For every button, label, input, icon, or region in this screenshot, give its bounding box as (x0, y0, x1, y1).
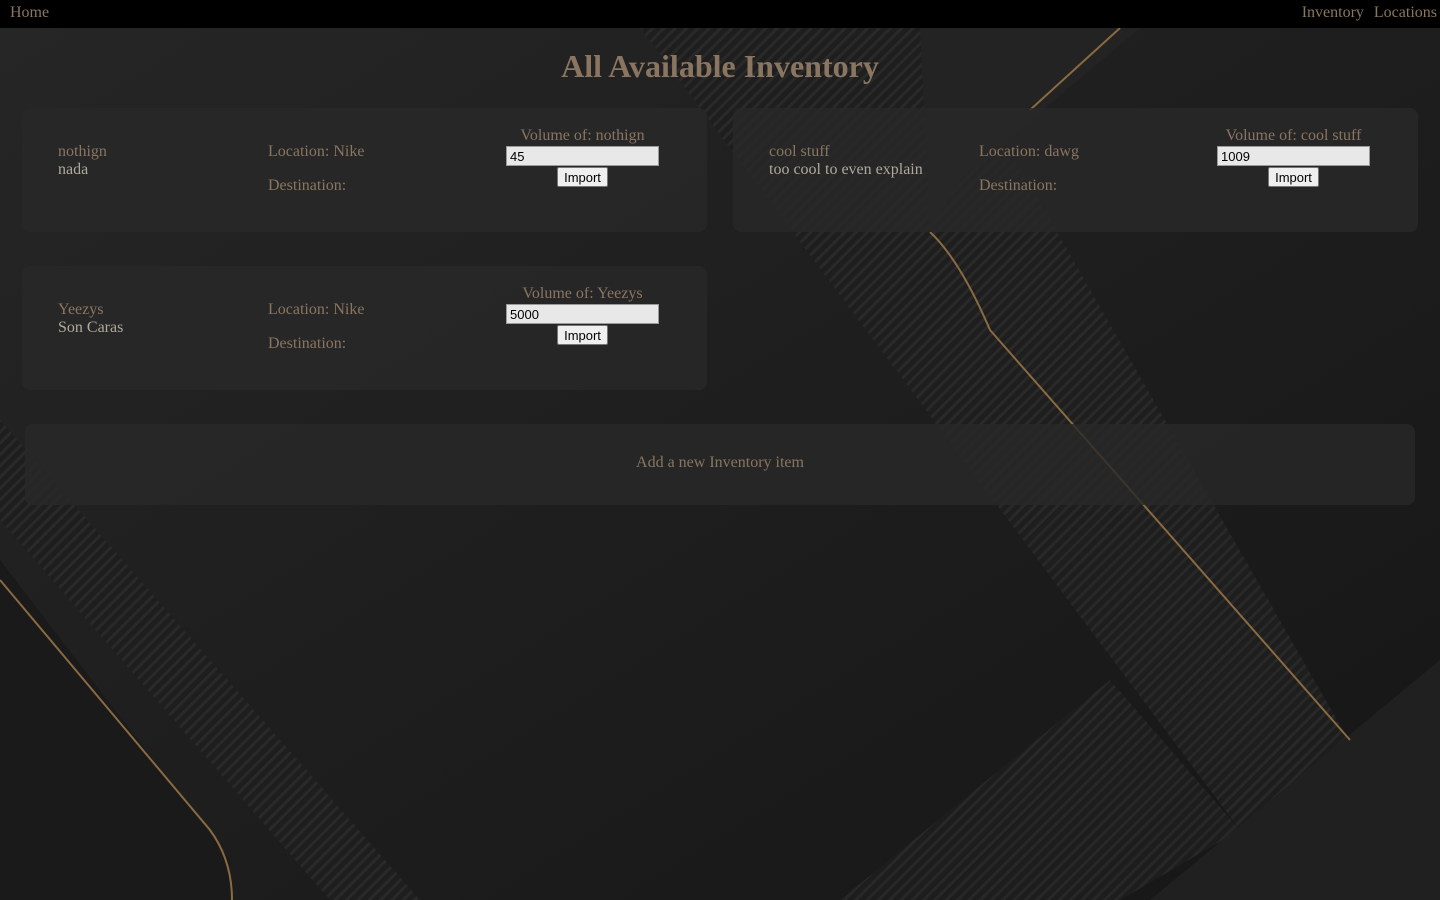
top-navigation-bar: Home Inventory Locations (0, 0, 1440, 28)
volume-control: Volume of: Yeezys Import (506, 285, 659, 345)
add-inventory-item-button[interactable]: Add a new Inventory item (25, 424, 1415, 505)
item-destination: Destination: (268, 335, 347, 352)
inventory-link[interactable]: Inventory (1302, 4, 1364, 21)
import-button[interactable]: Import (557, 325, 608, 345)
import-button[interactable]: Import (557, 167, 608, 187)
inventory-card: Yeezys Son Caras Location: Nike Destinat… (22, 266, 707, 390)
volume-input[interactable] (1217, 146, 1370, 166)
volume-control: Volume of: cool stuff Import (1217, 127, 1370, 187)
import-button[interactable]: Import (1268, 167, 1319, 187)
inventory-card: nothign nada Location: Nike Destination:… (22, 108, 707, 232)
locations-link[interactable]: Locations (1374, 4, 1437, 21)
item-name: nothign (58, 143, 107, 160)
home-link[interactable]: Home (10, 4, 49, 22)
item-destination: Destination: (979, 177, 1058, 194)
nav-right-links: Inventory Locations (1296, 4, 1437, 22)
item-location: Location: Nike (268, 301, 365, 318)
item-name: cool stuff (769, 143, 830, 160)
item-location: Location: dawg (979, 143, 1079, 160)
item-location: Location: Nike (268, 143, 365, 160)
item-description: nada (58, 161, 89, 178)
volume-label: Volume of: cool stuff (1225, 127, 1362, 144)
inventory-card: cool stuff too cool to even explain Loca… (733, 108, 1418, 232)
volume-control: Volume of: nothign Import (506, 127, 659, 187)
item-name: Yeezys (58, 301, 104, 318)
volume-label: Volume of: Yeezys (522, 285, 643, 302)
page-title: All Available Inventory (561, 48, 879, 84)
item-description: Son Caras (58, 319, 124, 336)
volume-label: Volume of: nothign (520, 127, 645, 144)
item-destination: Destination: (268, 177, 347, 194)
volume-input[interactable] (506, 304, 659, 324)
item-description: too cool to even explain (769, 161, 923, 178)
volume-input[interactable] (506, 146, 659, 166)
